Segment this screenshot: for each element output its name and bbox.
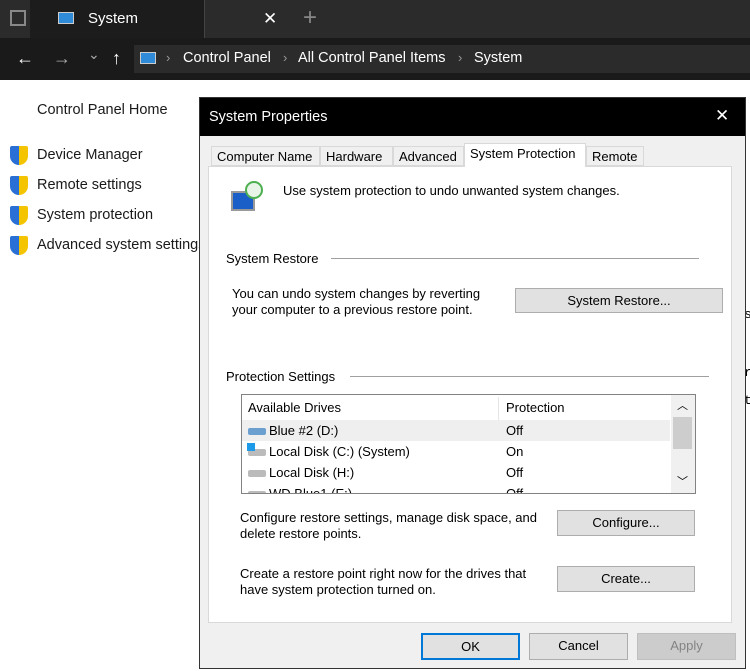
- dialog-close-icon[interactable]: ✕: [715, 106, 729, 126]
- forward-icon[interactable]: →: [53, 48, 71, 69]
- restore-text: You can undo system changes by reverting: [232, 286, 481, 301]
- shield-icon: [10, 146, 28, 165]
- shield-icon: [10, 176, 28, 195]
- shield-icon: [10, 236, 28, 255]
- configure-button[interactable]: Configure...: [557, 510, 695, 536]
- scrollbar-thumb[interactable]: [673, 417, 692, 449]
- tab-close-icon[interactable]: ✕: [263, 9, 277, 29]
- tab-system-protection[interactable]: System Protection: [464, 143, 586, 167]
- drive-protection-status: Off: [506, 486, 524, 494]
- breadcrumb-separator: ›: [166, 50, 171, 65]
- create-text: Create a restore point right now for the…: [240, 566, 527, 581]
- column-header-protection[interactable]: Protection: [498, 397, 565, 420]
- table-row[interactable]: Local Disk (C:) (System) On: [242, 441, 670, 462]
- divider: [350, 376, 709, 377]
- drive-icon: [248, 428, 266, 435]
- drive-name: Blue #2 (D:): [269, 423, 339, 438]
- scroll-up-icon[interactable]: ︿: [677, 397, 688, 413]
- system-restore-button[interactable]: System Restore...: [515, 288, 723, 313]
- breadcrumb-separator: ›: [283, 50, 288, 65]
- task-view-icon[interactable]: [10, 10, 26, 26]
- ok-button[interactable]: OK: [421, 633, 520, 660]
- up-icon[interactable]: ↑: [112, 48, 121, 69]
- system-properties-dialog: System Properties ✕ Computer Name Hardwa…: [199, 97, 746, 669]
- tab-title: System: [88, 10, 139, 27]
- tab-remote[interactable]: Remote: [586, 146, 644, 166]
- address-bar[interactable]: › Control Panel › All Control Panel Item…: [134, 45, 750, 73]
- dialog-title: System Properties: [209, 109, 328, 125]
- computer-icon: [140, 52, 156, 64]
- tab-advanced[interactable]: Advanced: [393, 146, 464, 166]
- column-header-drives[interactable]: Available Drives: [248, 397, 341, 418]
- system-protection-icon: [229, 181, 265, 217]
- window-tab[interactable]: System ✕: [30, 0, 277, 38]
- windows-logo-icon: [247, 443, 255, 451]
- breadcrumb-separator: ›: [458, 50, 463, 65]
- table-row[interactable]: Local Disk (H:) Off: [242, 462, 670, 483]
- divider: [331, 258, 699, 259]
- title-bar: System ✕ +: [0, 0, 750, 38]
- breadcrumb-system[interactable]: System: [474, 50, 522, 66]
- apply-button[interactable]: Apply: [637, 633, 736, 660]
- restore-text: your computer to a previous restore poin…: [232, 302, 473, 317]
- create-text: have system protection turned on.: [240, 582, 436, 597]
- breadcrumb-control-panel[interactable]: Control Panel: [183, 50, 271, 66]
- new-tab-icon[interactable]: +: [303, 4, 317, 32]
- breadcrumb-all-items[interactable]: All Control Panel Items: [298, 50, 445, 66]
- intro-text: Use system protection to undo unwanted s…: [283, 183, 620, 198]
- drive-protection-status: Off: [506, 465, 524, 480]
- list-header: Available Drives Protection: [242, 397, 670, 420]
- back-icon[interactable]: ←: [16, 48, 34, 69]
- scrollbar[interactable]: ︿ ﹀: [671, 395, 695, 493]
- configure-text: delete restore points.: [240, 526, 362, 541]
- protection-settings-heading: Protection Settings: [226, 369, 336, 384]
- drive-name: Local Disk (H:): [269, 465, 355, 480]
- tab-panel: Use system protection to undo unwanted s…: [208, 166, 732, 623]
- shield-icon: [10, 206, 28, 225]
- drive-protection-status: On: [506, 444, 524, 459]
- tab-hardware[interactable]: Hardware: [320, 146, 393, 166]
- table-row[interactable]: Blue #2 (D:) Off: [242, 420, 670, 441]
- system-computer-icon: [58, 12, 74, 24]
- drive-icon: [248, 491, 266, 493]
- drive-name: Local Disk (C:) (System): [269, 444, 410, 459]
- drives-list[interactable]: Available Drives Protection Blue #2 (D:)…: [241, 394, 696, 494]
- dialog-title-bar[interactable]: System Properties ✕: [200, 98, 745, 136]
- drive-name: WD Blue1 (E:): [269, 486, 353, 494]
- scroll-down-icon[interactable]: ﹀: [677, 473, 688, 489]
- drive-icon: [248, 470, 266, 477]
- configure-text: Configure restore settings, manage disk …: [240, 510, 538, 525]
- create-button[interactable]: Create...: [557, 566, 695, 592]
- tab-computer-name[interactable]: Computer Name: [211, 146, 320, 166]
- recent-locations-icon[interactable]: ⌄: [88, 46, 100, 63]
- drive-protection-status: Off: [506, 423, 524, 438]
- table-row[interactable]: WD Blue1 (E:) Off: [242, 483, 670, 494]
- cancel-button[interactable]: Cancel: [529, 633, 628, 660]
- system-restore-heading: System Restore: [226, 251, 319, 266]
- control-panel-home-link[interactable]: Control Panel Home: [37, 102, 168, 118]
